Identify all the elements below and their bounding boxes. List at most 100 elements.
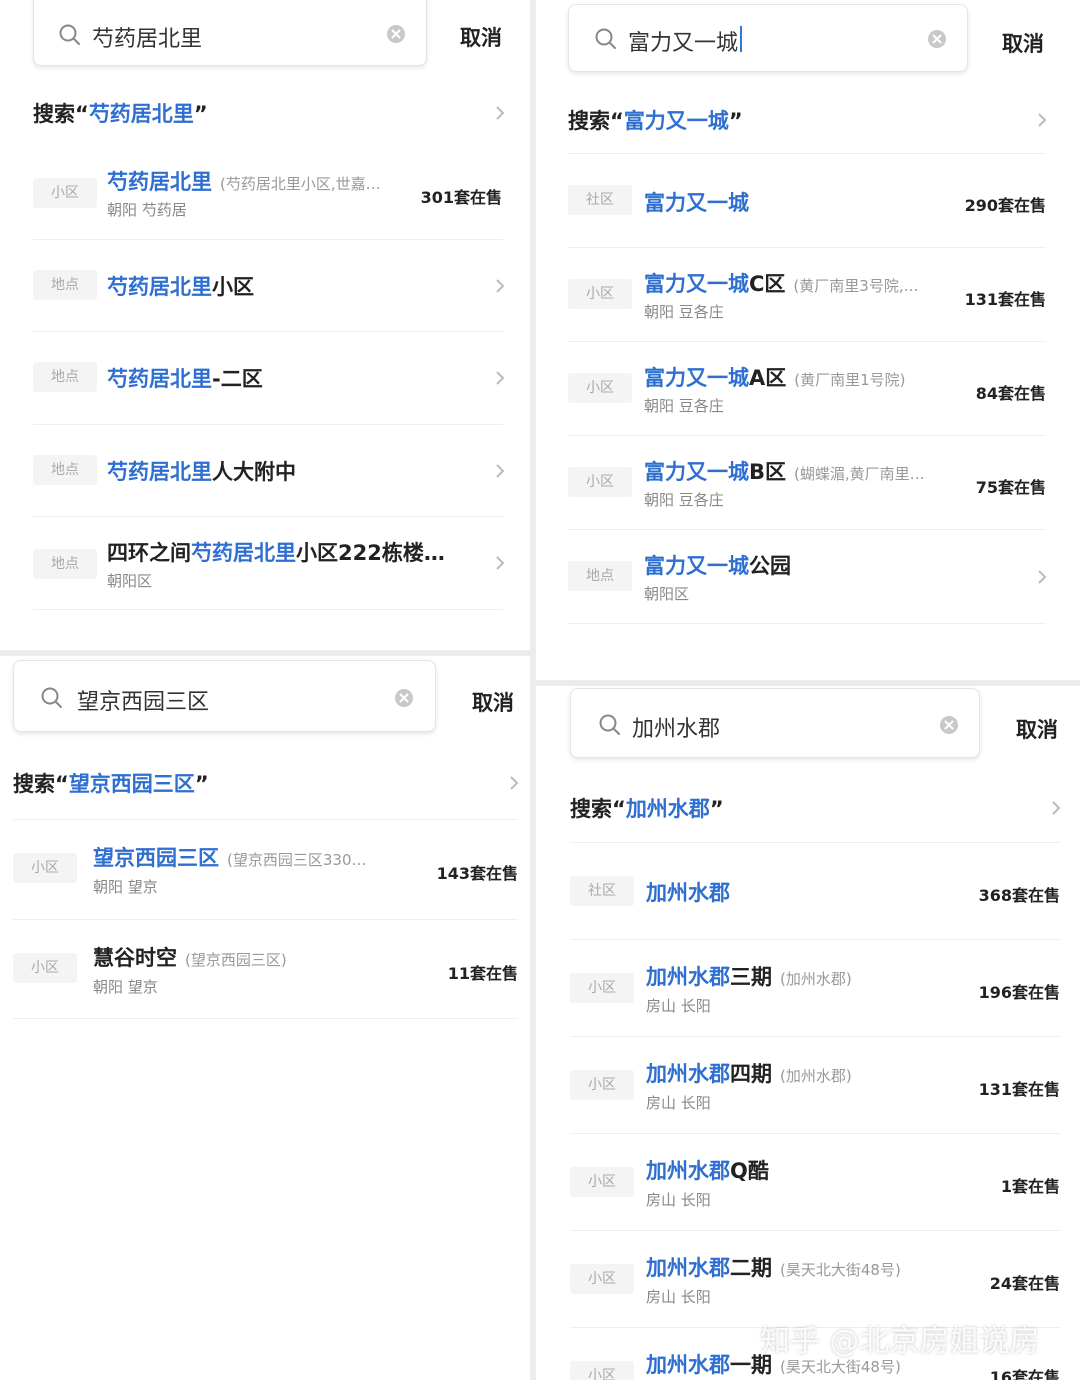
category-tag: 小区: [568, 279, 632, 309]
result-name: 慧谷时空 (望京西园三区): [93, 946, 287, 970]
list-item[interactable]: 社区 加州水郡 368套在售: [536, 843, 1080, 939]
result-name: 芍药居北里人大附中: [107, 460, 296, 484]
chevron-right-icon: [496, 371, 505, 385]
search-icon: [599, 714, 620, 735]
category-tag: 小区: [570, 1070, 634, 1100]
list-item[interactable]: 小区 芍药居北里 (芍药居北里小区,世嘉… 朝阳 芍药居 301套在售: [0, 146, 530, 238]
result-location: 朝阳 望京: [93, 878, 158, 896]
search-all-row[interactable]: 搜索“富力又一城”: [568, 105, 743, 135]
result-name: 富力又一城B区 (蝴蝶湄,黄厂南里…: [644, 460, 925, 484]
result-location: 房山 长阳: [646, 1094, 711, 1112]
divider: [568, 623, 1046, 624]
search-input[interactable]: 芍药居北里: [33, 0, 427, 66]
list-item[interactable]: 小区 富力又一城A区 (黄厂南里1号院) 朝阳 豆各庄 84套在售: [536, 342, 1080, 435]
text-caret: [740, 26, 742, 52]
result-name: 富力又一城C区 (黄厂南里3号院,…: [644, 272, 919, 296]
category-tag: 社区: [568, 185, 632, 215]
category-tag: 小区: [570, 1361, 634, 1380]
listing-count: 75套在售: [975, 478, 1046, 497]
list-item[interactable]: 社区 富力又一城 290套在售: [536, 154, 1080, 247]
list-item[interactable]: 小区 富力又一城C区 (黄厂南里3号院,… 朝阳 豆各庄 131套在售: [536, 248, 1080, 341]
search-all-row[interactable]: 搜索“加州水郡”: [570, 793, 724, 823]
category-tag: 地点: [568, 561, 632, 591]
category-tag: 小区: [13, 953, 77, 983]
category-tag: 小区: [570, 1167, 634, 1197]
chevron-right-icon: [510, 776, 519, 790]
list-item[interactable]: 地点 富力又一城公园 朝阳区: [536, 530, 1080, 623]
list-item[interactable]: 地点 四环之间芍药居北里小区222栋楼… 朝阳区: [0, 517, 530, 609]
chevron-right-icon: [496, 556, 505, 570]
cancel-button[interactable]: 取消: [1016, 714, 1058, 744]
result-name: 芍药居北里 (芍药居北里小区,世嘉…: [107, 170, 381, 194]
chevron-right-icon: [496, 464, 505, 478]
list-item[interactable]: 小区 加州水郡Q酷 房山 长阳 1套在售: [536, 1134, 1080, 1230]
list-item[interactable]: 地点 芍药居北里-二区: [0, 332, 530, 424]
search-input[interactable]: 富力又一城: [568, 4, 968, 72]
listing-count: 24套在售: [989, 1274, 1060, 1293]
search-icon: [59, 24, 80, 45]
search-panel-wangjing: 望京西园三区 取消 搜索“望京西园三区” 小区 望京西园三区 (望京西园三区330…: [0, 656, 530, 1380]
listing-count: 131套在售: [964, 290, 1046, 309]
search-query: 望京西园三区: [77, 690, 210, 715]
list-item[interactable]: 小区 加州水郡二期 (昊天北大街48号) 房山 长阳 24套在售: [536, 1231, 1080, 1327]
search-panel-shaoyaoju: 芍药居北里 取消 搜索“芍药居北里” 小区 芍药居北里 (芍药居北里小区,世嘉… …: [0, 0, 530, 650]
listing-count: 196套在售: [978, 983, 1060, 1002]
category-tag: 小区: [13, 853, 77, 883]
category-tag: 小区: [568, 467, 632, 497]
chevron-right-icon: [1052, 801, 1061, 815]
search-input[interactable]: 望京西园三区: [13, 660, 436, 732]
search-all-row[interactable]: 搜索“望京西园三区”: [13, 768, 209, 798]
search-panel-jiazhou: 加州水郡 取消 搜索“加州水郡” 社区 加州水郡 368套在售 小区 加州水郡三…: [536, 686, 1080, 1380]
result-name: 富力又一城公园: [644, 554, 791, 578]
clear-icon[interactable]: [939, 715, 959, 735]
result-name: 芍药居北里小区: [107, 275, 254, 299]
clear-icon[interactable]: [386, 24, 406, 44]
chevron-right-icon: [1038, 113, 1047, 127]
result-location: 朝阳 望京: [93, 978, 158, 996]
category-tag: 地点: [33, 362, 97, 392]
search-query: 芍药居北里: [92, 27, 203, 52]
list-item[interactable]: 地点 芍药居北里小区: [0, 240, 530, 332]
cancel-button[interactable]: 取消: [1002, 28, 1044, 58]
listing-count: 84套在售: [975, 384, 1046, 403]
category-tag: 小区: [568, 373, 632, 403]
result-name: 加州水郡三期 (加州水郡): [646, 965, 852, 989]
result-name: 富力又一城A区 (黄厂南里1号院): [644, 366, 906, 390]
search-all-row[interactable]: 搜索“芍药居北里”: [33, 98, 208, 128]
search-icon: [41, 687, 62, 708]
search-input[interactable]: 加州水郡: [570, 688, 980, 758]
result-name: 加州水郡二期 (昊天北大街48号): [646, 1256, 901, 1280]
result-name: 加州水郡: [646, 881, 730, 905]
result-name: 芍药居北里-二区: [107, 367, 263, 391]
result-location: 朝阳 芍药居: [107, 201, 187, 219]
list-item[interactable]: 小区 慧谷时空 (望京西园三区) 朝阳 望京 11套在售: [0, 920, 530, 1019]
chevron-right-icon: [1038, 570, 1047, 584]
divider: [13, 1018, 518, 1019]
result-name: 加州水郡四期 (加州水郡): [646, 1062, 852, 1086]
listing-count: 301套在售: [420, 188, 502, 207]
listing-count: 143套在售: [436, 864, 518, 883]
clear-icon[interactable]: [927, 29, 947, 49]
search-panel-fuli: 富力又一城 取消 搜索“富力又一城” 社区 富力又一城 290套在售 小区 富力…: [536, 0, 1080, 680]
search-query: 加州水郡: [632, 717, 721, 742]
listing-count: 131套在售: [978, 1080, 1060, 1099]
listing-count: 290套在售: [964, 196, 1046, 215]
result-location: 朝阳区: [107, 572, 153, 590]
listing-count: 368套在售: [978, 886, 1060, 905]
category-tag: 地点: [33, 455, 97, 485]
listing-count: 1套在售: [1000, 1177, 1060, 1196]
clear-icon[interactable]: [394, 688, 414, 708]
result-name: 望京西园三区 (望京西园三区330…: [93, 846, 367, 870]
result-name: 加州水郡Q酷: [646, 1159, 769, 1183]
divider: [33, 609, 503, 610]
listing-count: 11套在售: [447, 964, 518, 983]
list-item[interactable]: 小区 加州水郡四期 (加州水郡) 房山 长阳 131套在售: [536, 1037, 1080, 1133]
search-query: 富力又一城: [628, 31, 739, 56]
cancel-button[interactable]: 取消: [460, 22, 502, 52]
cancel-button[interactable]: 取消: [472, 687, 514, 717]
list-item[interactable]: 小区 望京西园三区 (望京西园三区330… 朝阳 望京 143套在售: [0, 820, 530, 919]
search-icon: [595, 28, 616, 49]
list-item[interactable]: 小区 加州水郡三期 (加州水郡) 房山 长阳 196套在售: [536, 940, 1080, 1036]
list-item[interactable]: 地点 芍药居北里人大附中: [0, 425, 530, 517]
list-item[interactable]: 小区 富力又一城B区 (蝴蝶湄,黄厂南里… 朝阳 豆各庄 75套在售: [536, 436, 1080, 529]
